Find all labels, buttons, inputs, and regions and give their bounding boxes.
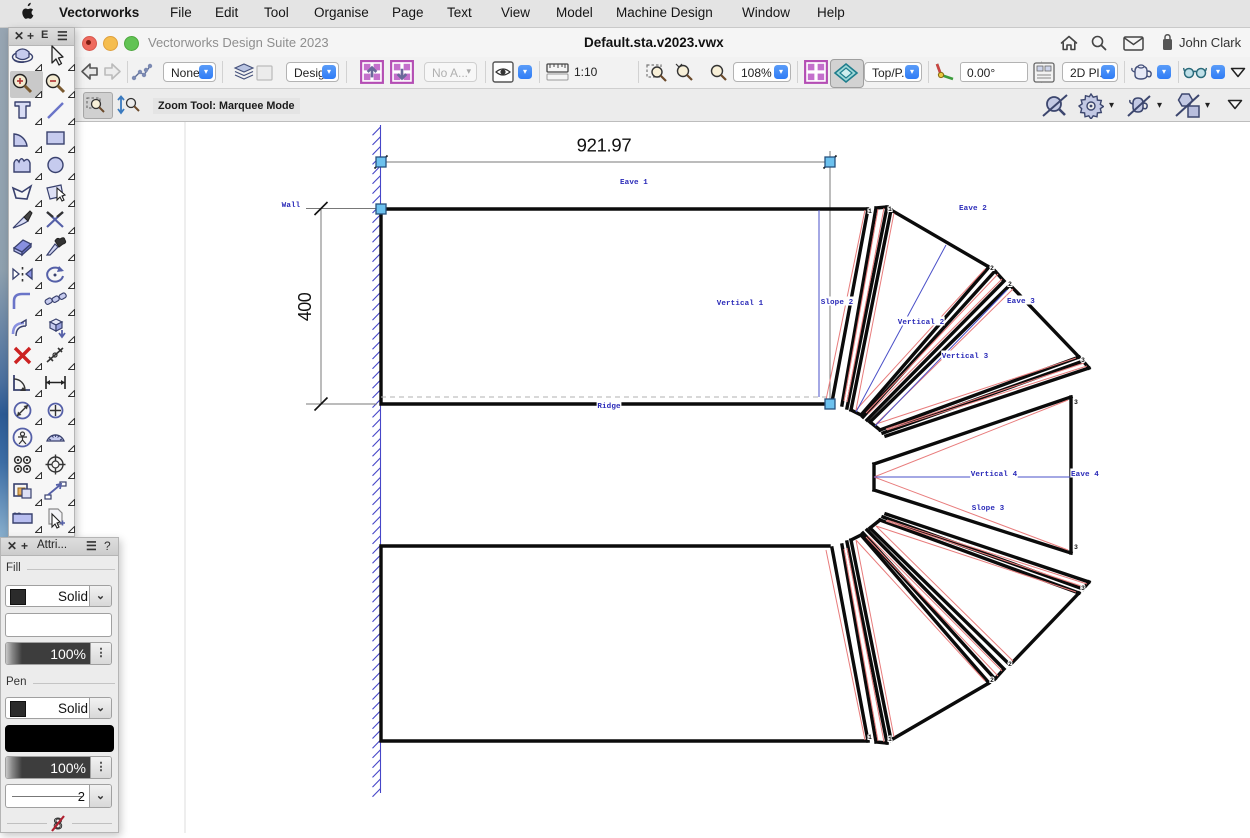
svg-text:1: 1 [888,736,892,743]
svg-text:2: 2 [1008,281,1012,288]
svg-text:Slope 2: Slope 2 [821,299,854,307]
svg-text:2: 2 [1008,661,1012,668]
svg-text:3: 3 [1081,357,1085,364]
svg-text:Ridge: Ridge [597,403,621,411]
svg-text:Eave 3: Eave 3 [1007,298,1035,306]
svg-text:Vertical 3: Vertical 3 [942,353,989,361]
svg-text:3: 3 [1074,544,1078,551]
svg-text:Vertical 1: Vertical 1 [717,300,764,308]
svg-text:3: 3 [1081,585,1085,592]
svg-text:Slope 3: Slope 3 [972,505,1005,513]
svg-text:Eave 2: Eave 2 [959,205,987,213]
svg-text:Vertical 4: Vertical 4 [971,471,1018,479]
svg-text:Wall: Wall [282,202,301,210]
svg-text:Vertical 2: Vertical 2 [898,319,945,327]
svg-text:2: 2 [990,677,994,684]
svg-text:2: 2 [990,265,994,272]
svg-text:1: 1 [868,734,872,741]
svg-text:1: 1 [868,208,872,215]
svg-text:Eave 4: Eave 4 [1071,471,1099,479]
svg-text:400: 400 [295,292,315,321]
svg-text:Eave 1: Eave 1 [620,179,648,187]
svg-text:1: 1 [888,206,892,213]
svg-text:921.97: 921.97 [577,135,632,156]
svg-text:3: 3 [1074,399,1078,406]
